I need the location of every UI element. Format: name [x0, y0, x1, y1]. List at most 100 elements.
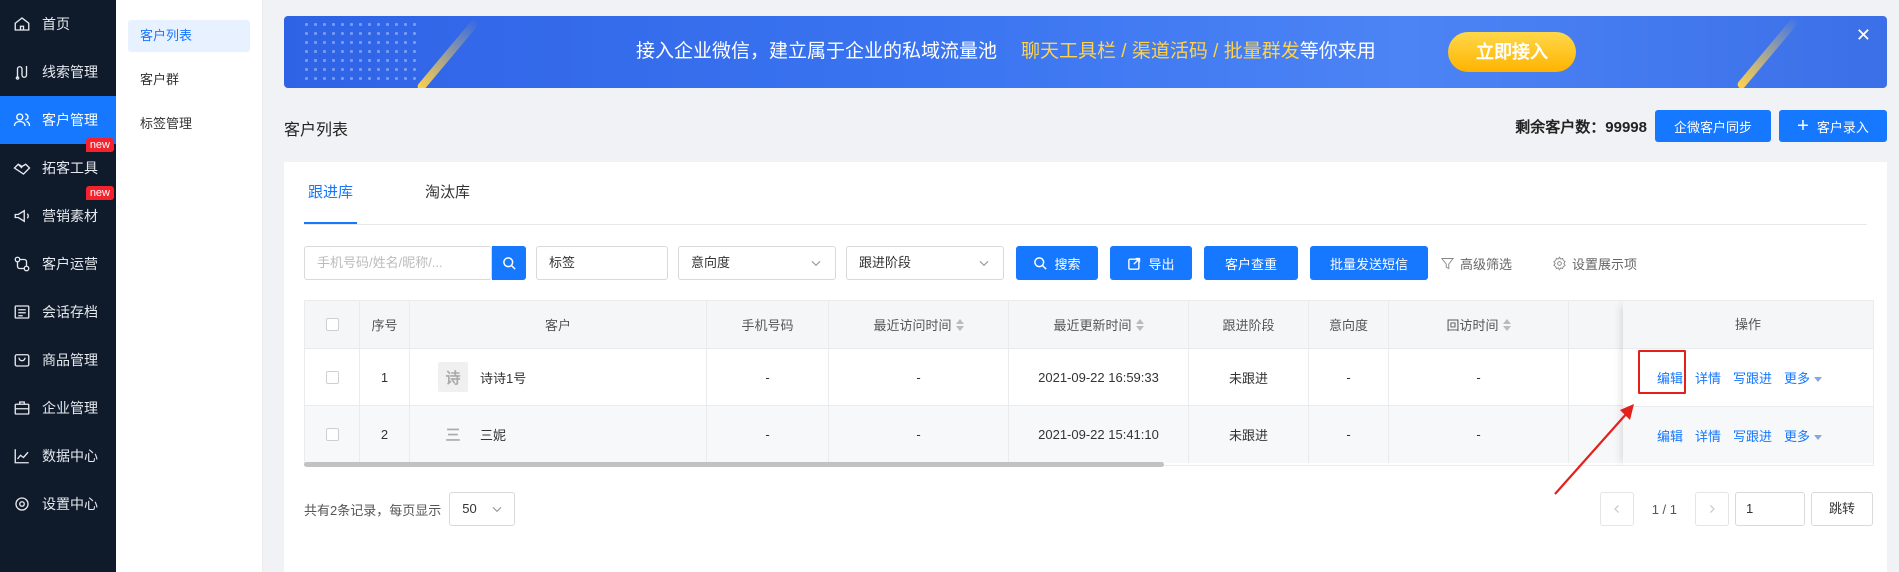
search-icon — [1034, 256, 1048, 270]
submenu-item-customer-groups[interactable]: 客户群 — [128, 64, 250, 96]
chat-archive-icon — [12, 302, 32, 322]
chevron-down-icon — [979, 260, 989, 267]
batch-sms-button[interactable]: 批量发送短信 — [1310, 246, 1428, 280]
dedupe-button[interactable]: 客户查重 — [1204, 246, 1298, 280]
settings-icon — [12, 494, 32, 514]
next-page-button[interactable] — [1695, 492, 1729, 526]
row-checkbox-cell[interactable] — [305, 406, 360, 463]
search-button[interactable]: 搜索 — [1016, 246, 1098, 280]
customer-cell[interactable]: 三 三妮 — [410, 406, 707, 463]
tag-select[interactable]: 标签 — [536, 246, 668, 280]
checkbox[interactable] — [325, 428, 339, 441]
page-header: 客户列表 剩余客户数：99998 企微客户同步 + 客户录入 — [284, 110, 1887, 142]
main-sidebar: 首页 线索管理 客户管理 拓客工具 new 营销素材 new 客户运营 会话存档… — [0, 0, 116, 572]
sort-icon[interactable] — [955, 318, 964, 331]
submenu-item-tag-management[interactable]: 标签管理 — [128, 108, 250, 140]
select-all-checkbox[interactable] — [305, 301, 360, 348]
sidebar-item-leads[interactable]: 线索管理 — [0, 48, 116, 96]
submenu-item-customer-list[interactable]: 客户列表 — [128, 20, 250, 52]
detail-link[interactable]: 详情 — [1695, 426, 1721, 445]
more-dropdown[interactable]: 更多 — [1784, 368, 1822, 387]
detail-link[interactable]: 详情 — [1695, 368, 1721, 387]
customer-cell[interactable]: 诗 诗诗1号 — [410, 349, 707, 405]
page-size-select[interactable]: 50 — [449, 492, 516, 526]
write-follow-up-link[interactable]: 写跟进 — [1733, 426, 1772, 445]
tab-divider — [304, 224, 1867, 225]
sidebar-item-settings[interactable]: 设置中心 — [0, 480, 116, 528]
horizontal-scrollbar[interactable] — [304, 462, 1164, 467]
search-input[interactable]: 手机号码/姓名/昵称/... — [304, 246, 492, 280]
sidebar-item-enterprise[interactable]: 企业管理 — [0, 384, 116, 432]
sort-icon[interactable] — [1135, 318, 1144, 331]
row-checkbox-cell[interactable] — [305, 349, 360, 405]
tab-eliminated[interactable]: 淘汰库 — [421, 162, 474, 224]
promo-banner[interactable]: 接入企业微信，建立属于企业的私域流量池 聊天工具栏 / 渠道活码 / 批量群发等你… — [284, 16, 1887, 88]
add-customer-button[interactable]: + 客户录入 — [1779, 110, 1887, 142]
revisit-cell: - — [1389, 349, 1569, 405]
avatar: 诗 — [438, 362, 468, 392]
search-icon[interactable] — [492, 246, 526, 280]
column-header-label: 最近更新时间 — [1053, 318, 1132, 333]
last-update-cell: 2021-09-22 16:59:33 — [1009, 349, 1189, 405]
banner-text-highlight: 聊天工具栏 / 渠道活码 / 批量群发 — [1021, 41, 1300, 62]
column-header: 操作 — [1623, 301, 1873, 349]
sidebar-item-prospecting[interactable]: 拓客工具 new — [0, 138, 116, 192]
chevron-left-icon — [1613, 505, 1619, 513]
sidebar-item-marketing[interactable]: 营销素材 new — [0, 186, 116, 240]
intent-select-value: 意向度 — [691, 255, 731, 270]
column-header: 序号 — [360, 301, 410, 348]
banner-decoration — [416, 17, 480, 88]
handshake-icon — [12, 158, 32, 178]
display-settings-link[interactable]: 设置展示项 — [1552, 246, 1637, 280]
tab-follow-up[interactable]: 跟进库 — [304, 162, 358, 224]
intent-cell: - — [1309, 349, 1389, 405]
display-settings-label: 设置展示项 — [1572, 256, 1638, 272]
stage-cell: 未跟进 — [1189, 349, 1309, 405]
sidebar-item-products[interactable]: 商品管理 — [0, 336, 116, 384]
stage-select[interactable]: 跟进阶段 — [846, 246, 1004, 280]
checkbox[interactable] — [325, 370, 339, 384]
sidebar-item-customers[interactable]: 客户管理 — [0, 96, 116, 144]
sort-icon[interactable] — [1502, 318, 1511, 331]
index-cell: 2 — [360, 406, 410, 463]
edit-link[interactable]: 编辑 — [1657, 426, 1683, 445]
column-header-sortable[interactable]: 最近更新时间 — [1009, 301, 1189, 348]
column-header: 跟进阶段 — [1189, 301, 1309, 348]
column-header-sortable[interactable]: 回访时间 — [1389, 301, 1569, 348]
phone-cell: - — [707, 406, 829, 463]
prev-page-button[interactable] — [1599, 492, 1634, 526]
column-header-label: 最近访问时间 — [873, 318, 952, 333]
sidebar-item-home[interactable]: 首页 — [0, 0, 116, 48]
export-button[interactable]: 导出 — [1110, 246, 1192, 280]
advanced-filter-link[interactable]: 高级筛选 — [1440, 246, 1512, 280]
chevron-right-icon — [1710, 505, 1715, 513]
main-content: 接入企业微信，建立属于企业的私域流量池 聊天工具栏 / 渠道活码 / 批量群发等你… — [263, 0, 1899, 572]
write-follow-up-link[interactable]: 写跟进 — [1733, 368, 1772, 387]
sidebar-item-label: 首页 — [42, 16, 70, 32]
checkbox[interactable] — [325, 318, 339, 331]
intent-select[interactable]: 意向度 — [678, 246, 836, 280]
megaphone-icon — [12, 206, 32, 226]
total-records-text: 共有2条记录，每页显示 — [304, 502, 442, 518]
jump-button[interactable]: 跳转 — [1811, 492, 1873, 526]
banner-cta-button[interactable]: 立即接入 — [1448, 32, 1576, 72]
filter-bar: 手机号码/姓名/昵称/... 标签 意向度 跟进阶段 搜索 导出 客户查重 批量… — [304, 246, 1874, 280]
sync-customers-button[interactable]: 企微客户同步 — [1655, 110, 1771, 142]
sidebar-item-chat-archive[interactable]: 会话存档 — [0, 288, 116, 336]
close-icon[interactable]: ✕ — [1856, 26, 1871, 44]
row-actions: 编辑 详情 写跟进 更多 — [1623, 406, 1873, 463]
advanced-filter-label: 高级筛选 — [1460, 256, 1513, 272]
stage-cell: 未跟进 — [1189, 406, 1309, 463]
users-icon — [12, 110, 32, 130]
page-number-input[interactable]: 1 — [1735, 492, 1805, 526]
sidebar-item-operations[interactable]: 客户运营 — [0, 240, 116, 288]
sidebar-item-label: 客户管理 — [42, 112, 98, 128]
page-size-value: 50 — [462, 501, 477, 516]
sidebar-item-data-center[interactable]: 数据中心 — [0, 432, 116, 480]
column-header-sortable[interactable]: 最近访问时间 — [829, 301, 1009, 348]
more-dropdown[interactable]: 更多 — [1784, 426, 1822, 445]
page-info: 1 / 1 — [1651, 501, 1677, 517]
sidebar-item-label: 线索管理 — [42, 64, 98, 80]
sidebar-item-label: 企业管理 — [42, 400, 98, 416]
filter-icon — [1440, 257, 1455, 269]
